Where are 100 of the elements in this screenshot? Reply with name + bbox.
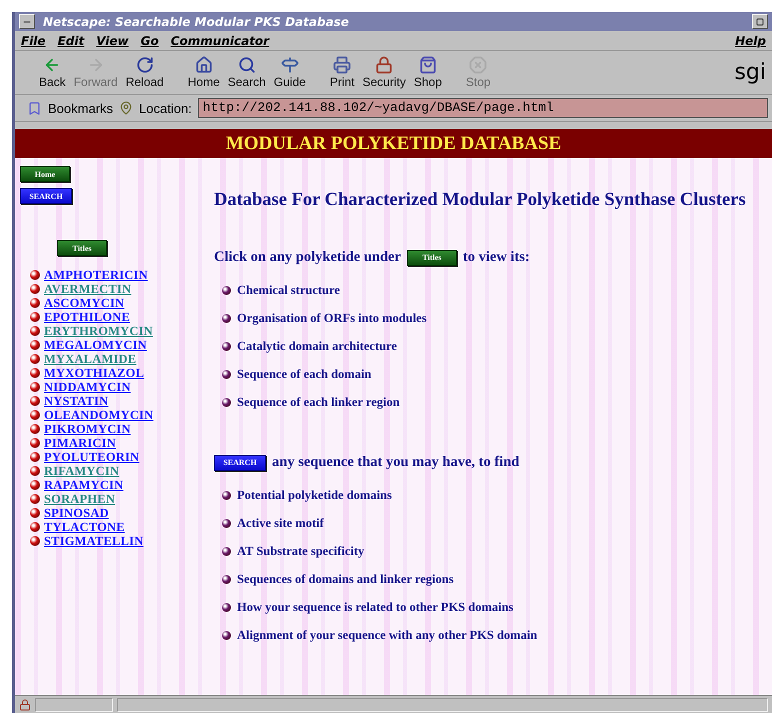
polyketide-link[interactable]: MYXALAMIDE	[44, 352, 136, 366]
polyketide-link[interactable]: RAPAMYCIN	[44, 478, 124, 492]
search-icon	[238, 56, 256, 74]
toolbar-button[interactable]: Guide	[270, 56, 310, 89]
polyketide-link[interactable]: EPOTHILONE	[44, 310, 130, 324]
signpost-icon	[280, 56, 299, 74]
padlock-icon	[375, 56, 394, 74]
menu-item[interactable]: Help	[735, 34, 766, 48]
bullet-icon	[222, 518, 231, 528]
feature-item: Sequences of domains and linker regions	[237, 572, 454, 586]
polyketide-link[interactable]: ASCOMYCIN	[44, 296, 124, 310]
search-button[interactable]: SEARCH	[214, 454, 266, 470]
toolbar-button[interactable]: Back	[35, 56, 70, 89]
menu-item[interactable]: Go	[140, 34, 159, 48]
polyketide-link[interactable]: PIMARICIN	[44, 436, 116, 450]
toolbar-button[interactable]: Reload	[122, 56, 168, 89]
bullet-icon	[30, 382, 40, 392]
bullet-icon	[222, 546, 231, 556]
bullet-icon	[30, 494, 40, 504]
padlock-icon[interactable]	[19, 698, 31, 710]
menu-item[interactable]: Edit	[58, 34, 84, 48]
bullet-icon	[30, 340, 40, 350]
bullet-icon	[222, 342, 231, 350]
polyketide-link[interactable]: OLEANDOMYCIN	[44, 408, 154, 422]
polyketide-link[interactable]: TYLACTONE	[44, 520, 125, 534]
window-menu-button[interactable]	[19, 14, 35, 29]
feature-item: AT Substrate specificity	[237, 544, 364, 558]
location-pin-icon	[119, 101, 134, 115]
location-label: Location:	[139, 100, 192, 116]
polyketide-link[interactable]: PYOLUTEORIN	[44, 450, 140, 464]
intro-text: to view its:	[462, 249, 530, 266]
bullet-icon	[30, 368, 40, 378]
bullet-icon	[222, 314, 231, 322]
polyketide-link[interactable]: MYXOTHIAZOL	[44, 366, 144, 380]
feature-item: How your sequence is related to other PKS domains	[237, 600, 514, 614]
logo: sgi	[734, 60, 766, 85]
bullet-icon	[222, 398, 231, 406]
polyketide-link[interactable]: NIDDAMYCIN	[44, 380, 131, 394]
url-field[interactable]: http://202.141.88.102/~yadavg/DBASE/page.html	[198, 98, 768, 118]
bullet-icon	[30, 410, 40, 420]
menu-item[interactable]: View	[96, 34, 129, 48]
feature-item: Sequence of each linker region	[237, 394, 400, 410]
home-icon	[194, 56, 213, 74]
menu-item[interactable]: Communicator	[170, 34, 270, 48]
bullet-icon	[30, 354, 40, 364]
shopping-bag-icon	[418, 56, 437, 74]
toolbar-button[interactable]: Search	[224, 56, 270, 89]
bullet-icon	[30, 298, 40, 308]
bullet-icon	[222, 490, 231, 500]
feature-item: Active site motif	[237, 516, 324, 530]
polyketide-link[interactable]: ERYTHROMYCIN	[44, 324, 153, 338]
bullet-icon	[222, 630, 231, 640]
bookmarks-button[interactable]: Bookmarks	[48, 100, 114, 116]
bullet-icon	[30, 270, 40, 280]
bullet-icon	[30, 452, 40, 462]
polyketide-link[interactable]: SPINOSAD	[44, 506, 109, 520]
toolbar-button[interactable]: Print	[326, 56, 358, 89]
reload-icon	[136, 56, 154, 74]
titles-button[interactable]: Titles	[57, 240, 107, 256]
bullet-icon	[30, 312, 40, 322]
polyketide-link[interactable]: AVERMECTIN	[44, 282, 132, 296]
titles-button[interactable]: Titles	[406, 250, 457, 266]
bullet-icon	[30, 438, 40, 448]
banner-title: MODULAR POLYKETIDE DATABASE	[226, 132, 562, 154]
polyketide-link[interactable]: SORAPHEN	[44, 492, 116, 506]
home-button[interactable]: Home	[20, 166, 70, 182]
feature-item: Catalytic domain architecture	[237, 338, 397, 354]
intro-text: any sequence that you may have, to find	[272, 454, 520, 471]
maximize-button[interactable]	[752, 14, 768, 29]
window-title: Netscape: Searchable Modular PKS Database	[43, 14, 350, 28]
feature-item: Alignment of your sequence with any other PKS domain	[237, 628, 538, 642]
toolbar-button[interactable]: Security	[358, 56, 410, 89]
bullet-icon	[30, 536, 40, 546]
search-button[interactable]: SEARCH	[20, 188, 72, 204]
bullet-icon	[222, 602, 231, 612]
bullet-icon	[30, 396, 40, 406]
printer-icon	[333, 56, 352, 74]
toolbar-button[interactable]: Home	[184, 56, 224, 89]
feature-item: Chemical structure	[237, 282, 340, 298]
toolbar-button[interactable]: Shop	[410, 56, 446, 89]
polyketide-link[interactable]: PIKROMYCIN	[44, 422, 131, 436]
feature-item: Organisation of ORFs into modules	[237, 310, 427, 326]
polyketide-link[interactable]: MEGALOMYCIN	[44, 338, 147, 352]
bullet-icon	[222, 574, 231, 584]
page-heading: Database For Characterized Modular Polyketide Synthase Clusters	[214, 190, 747, 211]
bullet-icon	[222, 286, 231, 294]
feature-item: Sequence of each domain	[237, 366, 372, 382]
bullet-icon	[30, 284, 40, 294]
menu-item[interactable]: File	[21, 34, 46, 48]
polyketide-link[interactable]: NYSTATIN	[44, 394, 108, 408]
bookmark-icon[interactable]	[27, 100, 42, 116]
bullet-icon	[30, 508, 40, 518]
bullet-icon	[30, 326, 40, 336]
feature-item: Potential polyketide domains	[237, 488, 392, 502]
polyketide-link[interactable]: AMPHOTERICIN	[44, 268, 148, 282]
maximize-icon	[756, 18, 764, 26]
bullet-icon	[30, 424, 40, 434]
polyketide-link[interactable]: STIGMATELLIN	[44, 534, 144, 548]
bullet-icon	[30, 522, 40, 532]
polyketide-link[interactable]: RIFAMYCIN	[44, 464, 120, 478]
